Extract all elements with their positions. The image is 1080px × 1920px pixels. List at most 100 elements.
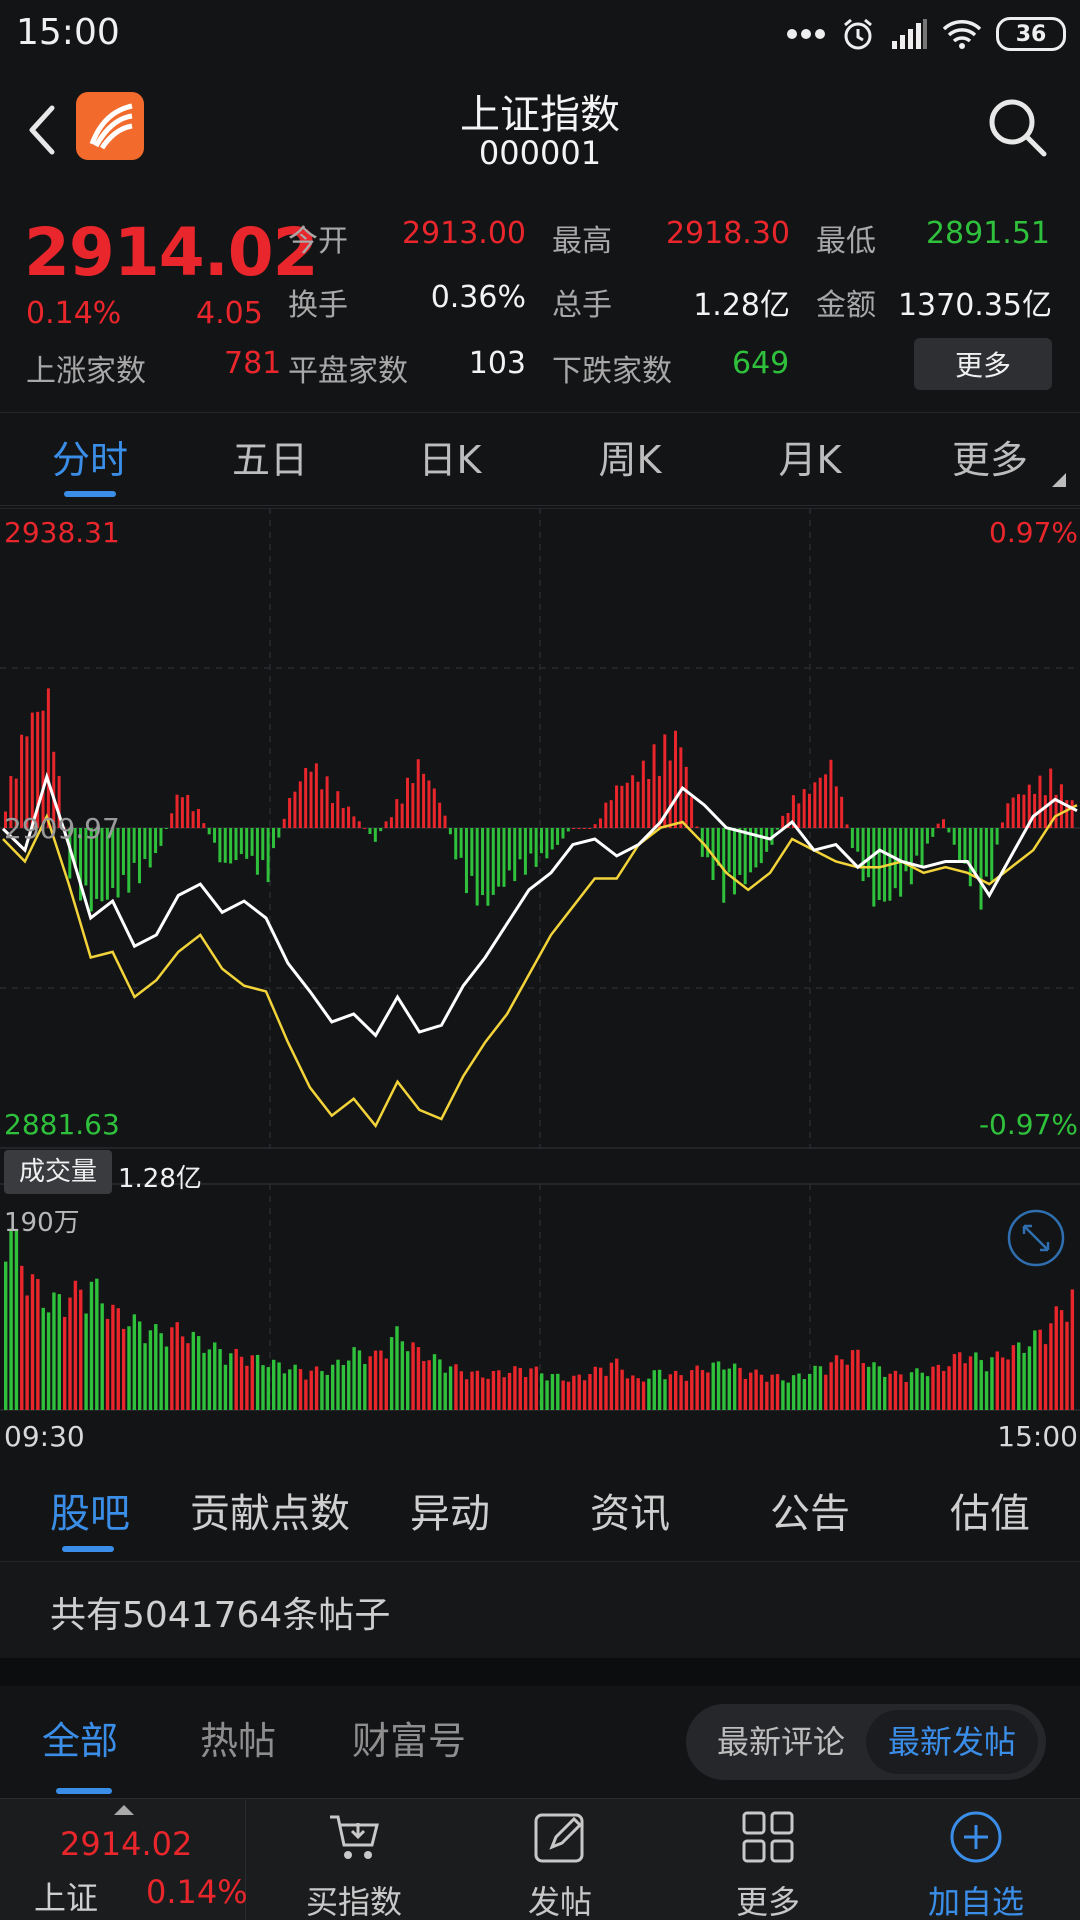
volume-bar [995,1351,999,1410]
tab-five-day[interactable]: 五日 [180,413,360,507]
volume-bar [561,1380,565,1410]
volume-bar [513,1366,517,1410]
advance-decline-bar [245,828,249,859]
advance-decline-bar [1070,800,1074,828]
volume-bar [288,1369,292,1410]
volume-bar [100,1303,104,1410]
tab-valuation[interactable]: 估值 [900,1466,1080,1562]
volume-bar [320,1371,324,1410]
advance-decline-bar [588,828,592,829]
sort-latest-comment[interactable]: 最新评论 [696,1704,866,1780]
advance-decline-bar [325,776,329,828]
volume-bar [625,1378,630,1410]
quote-more-button[interactable]: 更多 [914,338,1052,390]
tab-monthly-k[interactable]: 月K [720,413,900,507]
sort-toggle: 最新评论 最新发帖 [686,1704,1046,1780]
volume-bar [309,1370,313,1410]
volume-bar [609,1362,614,1410]
fullscreen-expand-icon[interactable] [1006,1208,1066,1268]
advance-decline-bar [121,828,125,875]
pct-axis-high: 0.97% [989,516,1078,549]
volume-bar [406,1351,410,1410]
chart-canvas[interactable] [0,507,1080,1468]
volume-bar [947,1366,951,1410]
change-amount: 4.05 [196,296,263,331]
volume-bar [336,1359,340,1410]
advance-decline-bar [995,828,999,845]
advance-decline-bar [631,775,635,828]
advance-decline-bar [797,803,801,828]
volume-bar [888,1373,892,1410]
filter-hot[interactable]: 热帖 [200,1686,276,1796]
advance-decline-bar [566,828,570,832]
index-ticker[interactable]: 2914.02 上证 0.14% [0,1799,248,1920]
advance-decline-bar [347,806,351,828]
volume-bar [432,1354,437,1410]
nav-add-watchlist[interactable]: 加自选 [872,1799,1080,1920]
volume-bar [877,1366,882,1410]
advance-decline-bar [984,828,988,877]
volume-bar [352,1347,356,1410]
volume-bar [41,1307,45,1410]
stat-value-high: 2918.30 [665,216,790,251]
filter-fortune[interactable]: 财富号 [352,1686,466,1796]
advance-decline-bar [470,828,474,876]
add-circle-icon [950,1811,1002,1863]
volume-bar [79,1289,83,1410]
tab-weekly-k[interactable]: 周K [540,413,720,507]
more-dots-icon [787,29,825,39]
tab-movement[interactable]: 异动 [360,1466,540,1562]
advance-decline-bar [298,781,302,828]
advance-decline-bar [861,828,865,882]
volume-bar [856,1349,860,1410]
volume-bar [448,1366,453,1410]
tab-more-periods[interactable]: 更多 [900,413,1080,507]
volume-bar [341,1365,346,1410]
advance-decline-bar [625,782,629,828]
volume-bar [749,1372,753,1410]
nav-add-watchlist-label: 加自选 [927,1883,1024,1920]
stat-value-open: 2913.00 [401,216,526,251]
intraday-chart[interactable]: 2938.31 0.97% 2909.97 2881.63 -0.97% 成交量… [0,507,1080,1508]
advance-decline-bar [186,794,190,828]
fall-count: 649 [732,346,790,381]
advance-decline-bar [684,766,688,828]
tab-announcements[interactable]: 公告 [720,1466,900,1562]
volume-bar [791,1375,796,1410]
advance-decline-bar [647,779,651,828]
filter-all[interactable]: 全部 [42,1686,118,1796]
volume-bar [196,1336,201,1410]
tab-daily-k[interactable]: 日K [360,413,540,507]
tab-contribution[interactable]: 贡献点数 [180,1466,360,1562]
advance-decline-bar [422,773,426,828]
volume-bar [1043,1344,1048,1410]
nav-more[interactable]: 更多 [664,1799,872,1920]
nav-post[interactable]: 发帖 [456,1799,664,1920]
advance-decline-bar [802,789,806,828]
battery-icon: 36 [996,17,1066,51]
advance-decline-bar [668,760,672,828]
volume-bar [534,1366,539,1410]
tab-news[interactable]: 资讯 [540,1466,720,1562]
volume-bar [20,1265,24,1410]
volume-bar [711,1362,715,1410]
sort-latest-post[interactable]: 最新发帖 [866,1710,1038,1774]
advance-decline-bar [920,828,924,867]
info-tab-indicator [62,1546,114,1552]
volume-indicator-button[interactable]: 成交量 [4,1150,112,1194]
volume-bar [52,1292,56,1410]
advance-decline-bar [652,744,656,828]
advance-decline-bar [272,828,275,849]
volume-bar [46,1312,51,1410]
volume-bar [116,1308,120,1410]
volume-bar [9,1228,13,1410]
stat-value-volume: 1.28亿 [693,288,790,323]
advance-decline-bar [561,828,565,839]
volume-bar [984,1371,989,1410]
volume-bar [250,1355,254,1410]
volume-bar [668,1374,673,1410]
search-icon[interactable] [984,94,1050,160]
nav-buy-index[interactable]: 买指数 [250,1799,458,1920]
signal-icon [892,19,927,49]
stat-label-high: 最高 [552,224,612,259]
